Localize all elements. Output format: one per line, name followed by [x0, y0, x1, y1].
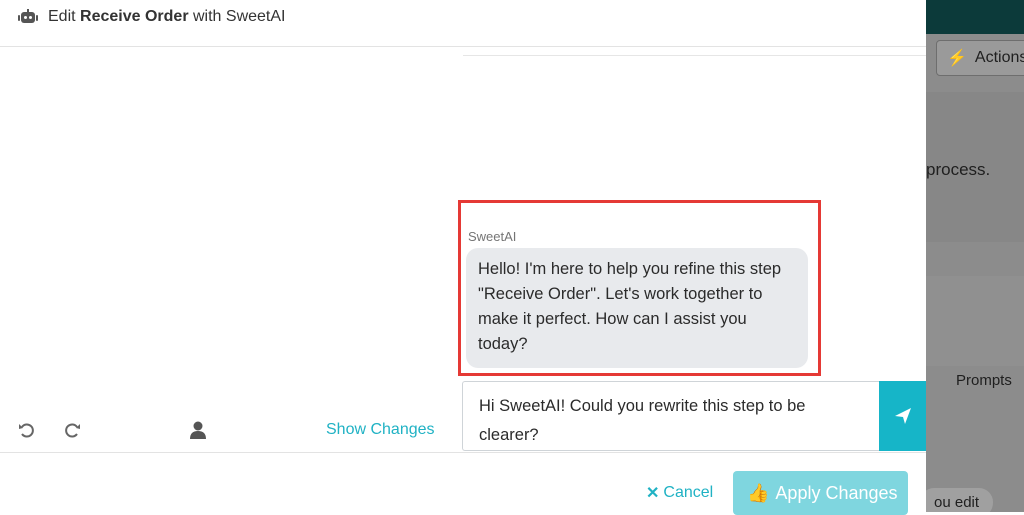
step-name: Receive Order	[80, 7, 189, 25]
background-app: ⚡ Actions process. Prompts ou edit	[926, 0, 1024, 512]
background-partial-text: process.	[926, 160, 991, 179]
edit-modal: Edit Receive Order with SweetAI SweetAI …	[0, 0, 926, 515]
cancel-button[interactable]: ✕ Cancel	[646, 483, 713, 503]
cancel-label: Cancel	[663, 484, 714, 501]
bolt-icon: ⚡	[947, 50, 967, 67]
user-icon	[190, 421, 206, 439]
actions-label: Actions	[974, 49, 1024, 66]
background-card	[926, 276, 1024, 366]
prompts-tab[interactable]: Prompts	[956, 372, 1012, 389]
message-sender: SweetAI	[468, 229, 517, 244]
title-prefix: Edit	[48, 7, 76, 25]
show-changes-link[interactable]: Show Changes	[326, 421, 435, 439]
apply-changes-button[interactable]: 👍 Apply Changes	[733, 471, 908, 515]
modal-title: Edit Receive Order with SweetAI	[48, 8, 285, 26]
modal-header: Edit Receive Order with SweetAI	[0, 0, 926, 47]
background-chip: ou edit	[926, 488, 994, 512]
redo-icon	[65, 423, 80, 438]
robot-icon	[18, 8, 38, 25]
user-button[interactable]	[188, 420, 208, 440]
divider	[463, 55, 926, 56]
assistant-message-bubble: Hello! I'm here to help you refine this …	[466, 248, 808, 368]
thumbs-up-icon: 👍	[747, 482, 770, 503]
chat-input[interactable]: Hi SweetAI! Could you rewrite this step …	[462, 381, 880, 451]
send-icon	[894, 408, 911, 424]
background-topbar	[926, 0, 1024, 34]
actions-button[interactable]: ⚡ Actions	[936, 40, 1024, 76]
undo-button[interactable]	[17, 420, 37, 440]
undo-icon	[19, 423, 34, 438]
redo-button[interactable]	[62, 420, 82, 440]
apply-label: Apply Changes	[775, 482, 898, 503]
close-icon: ✕	[646, 485, 660, 502]
footer-divider	[0, 452, 926, 453]
send-button[interactable]	[879, 381, 926, 451]
title-suffix: with SweetAI	[193, 7, 286, 25]
